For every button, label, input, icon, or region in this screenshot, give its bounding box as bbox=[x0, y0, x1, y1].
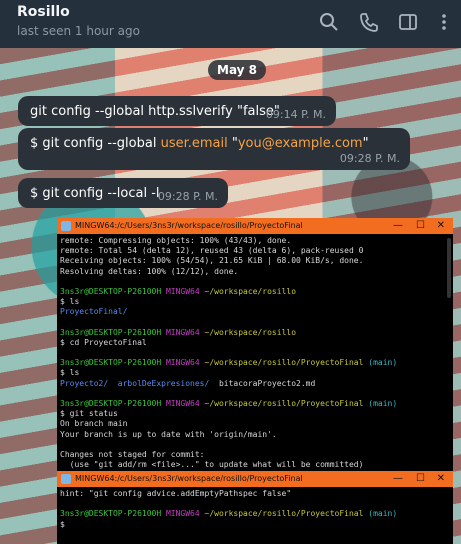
terminal-text: On branch main bbox=[60, 419, 128, 429]
terminal-line: 3ns3r@DESKTOP-P26100H MINGW64 ~/workspac… bbox=[60, 358, 450, 368]
message-text: $ git config --local -l bbox=[30, 186, 160, 201]
maximize-icon: ☐ bbox=[416, 473, 425, 484]
terminal-text: MINGW64 bbox=[165, 358, 205, 368]
terminal-icon bbox=[61, 474, 71, 484]
terminal-line: 3ns3r@DESKTOP-P26100H MINGW64 ~/workspac… bbox=[60, 328, 450, 338]
terminal-text: bitacoraProyecto2.md bbox=[209, 378, 316, 388]
terminal-line: Receiving objects: 100% (54/54), 21.65 K… bbox=[60, 256, 450, 266]
terminal-output: hint: "git config advice.addEmptyPathspe… bbox=[57, 487, 453, 532]
terminal-line: ProyectoFinal/ bbox=[60, 307, 450, 317]
search-icon[interactable] bbox=[318, 11, 340, 33]
close-icon: ✕ bbox=[436, 220, 445, 231]
terminal-text: $ bbox=[60, 519, 65, 529]
terminal-text: hint: "git config advice.addEmptyPathspe… bbox=[60, 489, 292, 498]
terminal-line: 3ns3r@DESKTOP-P26100H MINGW64 ~/workspac… bbox=[60, 399, 450, 409]
last-seen-status: last seen 1 hour ago bbox=[17, 24, 140, 38]
terminal-line: Resolving deltas: 100% (12/12), done. bbox=[60, 267, 450, 277]
terminal-text: (main) bbox=[368, 358, 398, 368]
phone-icon[interactable] bbox=[358, 11, 380, 33]
terminal-text: Changes not staged for commit: bbox=[60, 449, 205, 459]
terminal-title: MINGW64:/c/Users/3ns3r/workspace/rosillo… bbox=[75, 221, 303, 230]
message-bubble[interactable]: $ git config --local -l 09:28 P. M. bbox=[18, 178, 228, 208]
minimize-icon: — bbox=[393, 220, 403, 231]
terminal-line: remote: Total 54 (delta 12), reused 43 (… bbox=[60, 246, 450, 256]
terminal-line: $ ls bbox=[60, 368, 450, 378]
maximize-icon: ☐ bbox=[416, 220, 425, 231]
terminal-text: 3ns3r@DESKTOP-P26100H bbox=[60, 509, 166, 519]
terminal-text: MINGW64 bbox=[165, 286, 205, 296]
terminal-screenshot[interactable]: MINGW64:/c/Users/3ns3r/workspace/rosillo… bbox=[57, 218, 453, 476]
terminal-line: On branch main bbox=[60, 419, 450, 429]
terminal-text: ~/workspace/rosillo bbox=[204, 286, 297, 296]
message-time: 09:28 P. M. bbox=[339, 152, 400, 165]
sidebar-icon[interactable] bbox=[397, 11, 419, 33]
terminal-text: MINGW64 bbox=[165, 327, 205, 337]
close-icon: ✕ bbox=[436, 473, 445, 484]
message-time: 09:28 P. M. bbox=[157, 190, 218, 203]
terminal-text: Receiving objects: 100% (54/54), 21.65 K… bbox=[60, 256, 364, 266]
terminal-line: Proyecto2/ arbolDeExpresiones/ bitacoraP… bbox=[60, 379, 450, 389]
terminal-text: remote: Compressing objects: 100% (43/43… bbox=[60, 236, 292, 245]
terminal-line: $ cd ProyectoFinal bbox=[60, 338, 450, 348]
chat-area[interactable]: May 8 git config --global http.sslverify… bbox=[0, 48, 461, 544]
terminal-title: MINGW64:/c/Users/3ns3r/workspace/rosillo… bbox=[75, 474, 303, 483]
terminal-text: 3ns3r@DESKTOP-P26100H bbox=[60, 286, 166, 296]
terminal-line: $ git status bbox=[60, 409, 450, 419]
terminal-icon bbox=[61, 221, 71, 231]
terminal-text: $ ls bbox=[60, 368, 80, 378]
minimize-icon: — bbox=[393, 473, 403, 484]
terminal-text: 3ns3r@DESKTOP-P26100H bbox=[60, 399, 166, 408]
terminal-text: (main) bbox=[368, 399, 398, 408]
terminal-line: Changes not staged for commit: bbox=[60, 450, 450, 460]
chat-title[interactable]: Rosillo bbox=[17, 4, 70, 20]
terminal-text: MINGW64 bbox=[165, 509, 205, 519]
more-icon[interactable] bbox=[433, 11, 455, 33]
terminal-text: Resolving deltas: 100% (12/12), done. bbox=[60, 266, 239, 276]
terminal-text: (main) bbox=[368, 509, 398, 519]
message-bubble[interactable]: $ git config --global user.email "you@ex… bbox=[18, 128, 410, 170]
terminal-text: remote: Total 54 (delta 12), reused 43 (… bbox=[60, 246, 364, 256]
terminal-text: ~/workspace/rosillo/ProyectoFinal bbox=[204, 509, 369, 519]
terminal-line: $ bbox=[60, 520, 450, 530]
terminal-text: ~/workspace/rosillo bbox=[204, 327, 297, 337]
terminal-line: hint: "git config advice.addEmptyPathspe… bbox=[60, 489, 450, 499]
terminal-text: Proyecto2/ arbolDeExpresiones/ bbox=[60, 378, 210, 388]
terminal-output: remote: Compressing objects: 100% (43/43… bbox=[57, 234, 453, 476]
terminal-text: Your branch is up to date with 'origin/m… bbox=[60, 429, 277, 439]
terminal-line: (use "git add/rm <file>..." to update wh… bbox=[60, 460, 450, 470]
terminal-text: ProyectoFinal/ bbox=[60, 307, 128, 317]
terminal-scrollbar bbox=[447, 238, 451, 298]
message-bubble[interactable]: git config --global http.sslverify "fals… bbox=[18, 96, 336, 126]
terminal-text: $ ls bbox=[60, 297, 80, 307]
terminal-text: 3ns3r@DESKTOP-P26100H bbox=[60, 327, 166, 337]
message-text: git config --global http.sslverify "fals… bbox=[30, 104, 280, 119]
message-time: 09:14 P. M. bbox=[265, 108, 326, 121]
terminal-screenshot[interactable]: MINGW64:/c/Users/3ns3r/workspace/rosillo… bbox=[57, 471, 453, 544]
terminal-text: (use "git add/rm <file>..." to update wh… bbox=[60, 460, 364, 470]
chat-header: Rosillo last seen 1 hour ago bbox=[0, 0, 461, 48]
terminal-titlebar: MINGW64:/c/Users/3ns3r/workspace/rosillo… bbox=[57, 471, 453, 487]
terminal-text: $ cd ProyectoFinal bbox=[60, 337, 147, 347]
terminal-text: 3ns3r@DESKTOP-P26100H bbox=[60, 358, 166, 368]
terminal-text: $ git status bbox=[60, 409, 118, 419]
terminal-line: 3ns3r@DESKTOP-P26100H MINGW64 ~/workspac… bbox=[60, 509, 450, 519]
terminal-line: $ ls bbox=[60, 297, 450, 307]
terminal-text: ~/workspace/rosillo/ProyectoFinal bbox=[204, 358, 369, 368]
terminal-line: remote: Compressing objects: 100% (43/43… bbox=[60, 236, 450, 246]
terminal-text: MINGW64 bbox=[165, 399, 205, 408]
terminal-titlebar: MINGW64:/c/Users/3ns3r/workspace/rosillo… bbox=[57, 218, 453, 234]
terminal-line: Your branch is up to date with 'origin/m… bbox=[60, 430, 450, 440]
date-separator: May 8 bbox=[208, 60, 267, 80]
terminal-line: 3ns3r@DESKTOP-P26100H MINGW64 ~/workspac… bbox=[60, 287, 450, 297]
terminal-text: ~/workspace/rosillo/ProyectoFinal bbox=[204, 399, 369, 408]
message-text: $ git config --global user.email "you@ex… bbox=[30, 136, 369, 151]
